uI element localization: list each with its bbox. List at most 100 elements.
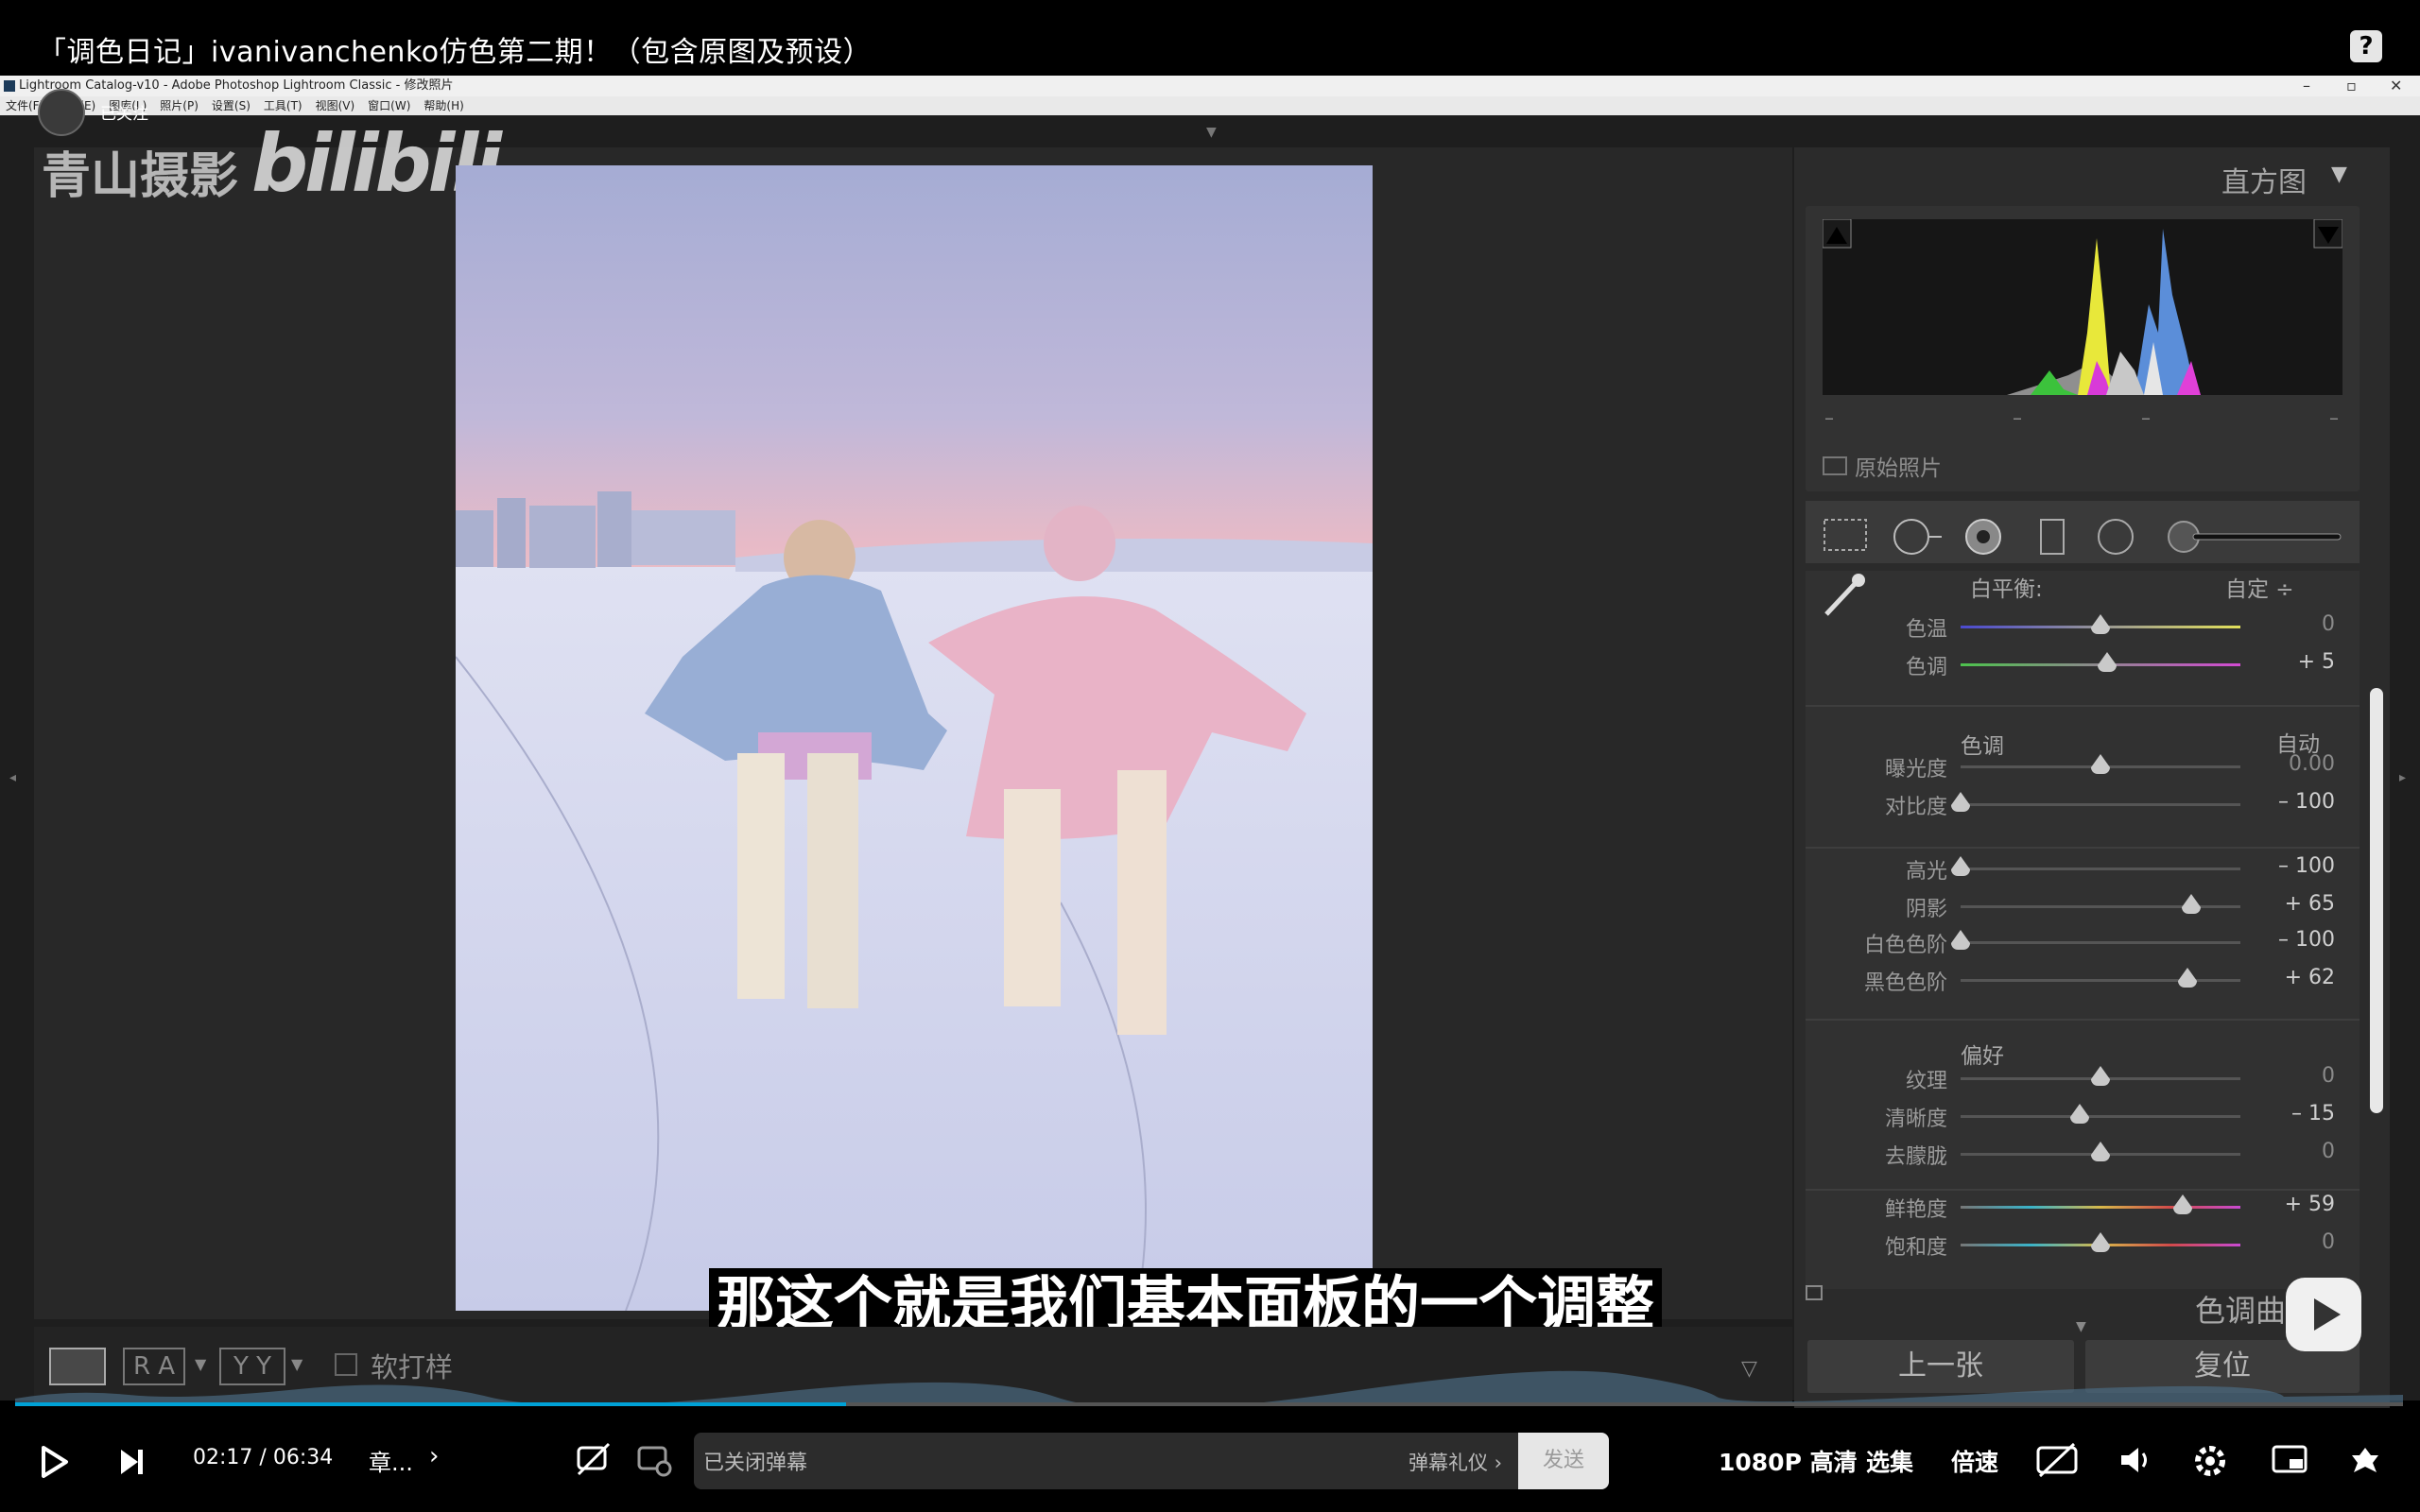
bottom-panel-arrow-icon[interactable]: ▼ [2076, 1319, 2086, 1334]
menu-settings[interactable]: 设置(S) [212, 99, 251, 112]
chevron-right-icon[interactable]: › [429, 1442, 439, 1470]
minimize-icon[interactable]: – [2303, 76, 2310, 96]
danmaku-toggle-icon[interactable] [575, 1442, 613, 1478]
slider-value[interactable]: – 100 [2250, 854, 2335, 878]
slider-handle[interactable] [2091, 1232, 2110, 1252]
time-total: 06:34 [272, 1446, 334, 1469]
slider-label: 曝光度 [1884, 758, 1947, 782]
slider-handle[interactable] [1951, 930, 1970, 950]
slider-label: 高光 [1905, 860, 1947, 884]
top-panel-toggle-icon[interactable]: ▼ [1206, 125, 1217, 140]
volume-icon[interactable] [2118, 1442, 2155, 1478]
left-panel-toggle-icon[interactable]: ◂ [9, 770, 16, 785]
audio-waveform [15, 1370, 2403, 1404]
crop-icon[interactable] [1823, 518, 1868, 552]
slider-handle[interactable] [2182, 894, 2202, 914]
follow-status[interactable]: 已关注 [100, 100, 148, 124]
slider-value[interactable]: – 100 [2250, 928, 2335, 952]
help-icon[interactable]: ? [2350, 30, 2382, 62]
tv-play-icon [2314, 1298, 2341, 1331]
panel-scrollbar[interactable] [2370, 688, 2383, 1113]
slider-handle[interactable] [2098, 652, 2118, 672]
histogram-readout: – – – – [1824, 406, 2342, 429]
divider [1806, 1189, 2360, 1191]
slider-value[interactable]: – 100 [2250, 790, 2335, 814]
menu-photo[interactable]: 照片(P) [160, 99, 199, 112]
slider-handle[interactable] [2091, 754, 2110, 774]
send-danmaku-button[interactable]: 发送 [1518, 1433, 1609, 1489]
slider-handle[interactable] [2091, 1142, 2110, 1161]
edited-photo [456, 165, 1373, 1311]
subtitle-off-icon[interactable] [2034, 1442, 2080, 1478]
slider-label: 饱和度 [1884, 1236, 1947, 1260]
slider-value[interactable]: 0 [2250, 1140, 2335, 1163]
original-photo-label: 原始照片 [1855, 456, 1942, 481]
speed-button[interactable]: 倍速 [1951, 1444, 1998, 1478]
radial-filter-icon[interactable] [2095, 518, 2136, 556]
episodes-button[interactable]: 选集 [1866, 1444, 1913, 1478]
slider-handle[interactable] [2069, 1104, 2089, 1124]
slider-track[interactable] [1961, 1115, 2240, 1118]
slider-label: 去朦胧 [1884, 1145, 1947, 1169]
time-display: 02:17 / 06:34 [193, 1446, 333, 1469]
slider-value[interactable]: 0 [2250, 1064, 2335, 1088]
bilibili-tv-icon[interactable] [2286, 1278, 2361, 1351]
slider-handle[interactable] [1951, 856, 1970, 876]
adjustment-brush-icon[interactable] [2165, 518, 2344, 556]
menu-view[interactable]: 视图(V) [316, 99, 355, 112]
slider-value[interactable]: + 59 [2250, 1193, 2335, 1216]
slider-label: 鲜艳度 [1884, 1198, 1947, 1222]
divider [1806, 705, 2360, 707]
red-eye-icon[interactable] [1962, 518, 2004, 556]
slider-track[interactable] [1961, 941, 2240, 944]
slider-value[interactable]: + 5 [2250, 650, 2335, 674]
slider-track[interactable] [1961, 979, 2240, 982]
white-balance-select[interactable]: 自定 ÷ [2225, 571, 2294, 603]
danmaku-etiquette-link[interactable]: 弹幕礼仪 › [1409, 1448, 1502, 1476]
slider-value[interactable]: 0.00 [2250, 752, 2335, 776]
slider-handle[interactable] [2091, 1066, 2110, 1086]
chapter-button[interactable]: 章... [369, 1444, 413, 1477]
slider-value[interactable]: – 15 [2250, 1102, 2335, 1125]
slider-value[interactable]: + 62 [2250, 966, 2335, 989]
menu-window[interactable]: 窗口(W) [368, 99, 410, 112]
restore-icon[interactable]: ▫ [2346, 76, 2357, 96]
slider-label: 阴影 [1905, 898, 1947, 921]
lr-titlebar: Lightroom Catalog-v10 - Adobe Photoshop … [0, 76, 2420, 96]
slider-track[interactable] [1961, 868, 2240, 870]
menu-tools[interactable]: 工具(T) [264, 99, 302, 112]
original-photo-checkbox[interactable] [1823, 456, 1847, 475]
picture-in-picture-icon[interactable] [2271, 1442, 2308, 1478]
slider-track[interactable] [1961, 1206, 2240, 1209]
slider-handle[interactable] [2091, 614, 2110, 634]
lightroom-app-icon [4, 80, 15, 92]
collapse-triangle-icon[interactable]: ▼ [2331, 163, 2347, 186]
next-episode-icon[interactable] [117, 1446, 146, 1478]
right-panel-toggle-icon[interactable]: ▸ [2399, 770, 2406, 785]
tone-curve-toggle[interactable] [1806, 1285, 1823, 1300]
slider-handle[interactable] [1951, 792, 1970, 812]
quality-button[interactable]: 1080P 高清 [1719, 1444, 1858, 1478]
settings-gear-icon[interactable] [2191, 1442, 2229, 1480]
spot-removal-icon[interactable] [1891, 518, 1944, 556]
lr-menubar: 文件(F)编辑(E)图库(L)照片(P)设置(S)工具(T)视图(V)窗口(W)… [0, 96, 2420, 115]
slider-value[interactable]: 0 [2250, 612, 2335, 636]
slider-handle[interactable] [2173, 1194, 2193, 1214]
close-icon[interactable]: ✕ [2390, 76, 2402, 96]
slider-value[interactable]: + 65 [2250, 892, 2335, 916]
slider-track[interactable] [1961, 803, 2240, 806]
play-icon[interactable] [38, 1444, 70, 1480]
watermark-text: 青山摄影 [42, 148, 239, 205]
slider-label: 白色色阶 [1863, 934, 1947, 957]
graduated-filter-icon[interactable] [2038, 518, 2066, 556]
slider-value[interactable]: 0 [2250, 1230, 2335, 1254]
histogram-title[interactable]: 直方图 [2221, 159, 2307, 200]
fullscreen-web-icon[interactable] [2346, 1442, 2384, 1480]
danmaku-input[interactable]: 已关闭弹幕 [703, 1446, 807, 1476]
menu-help[interactable]: 帮助(H) [424, 99, 463, 112]
slider-label: 清晰度 [1884, 1108, 1947, 1131]
uploader-avatar[interactable] [38, 89, 85, 136]
danmaku-settings-icon[interactable] [635, 1442, 673, 1478]
slider-handle[interactable] [2177, 968, 2197, 988]
progress-played [15, 1402, 847, 1406]
